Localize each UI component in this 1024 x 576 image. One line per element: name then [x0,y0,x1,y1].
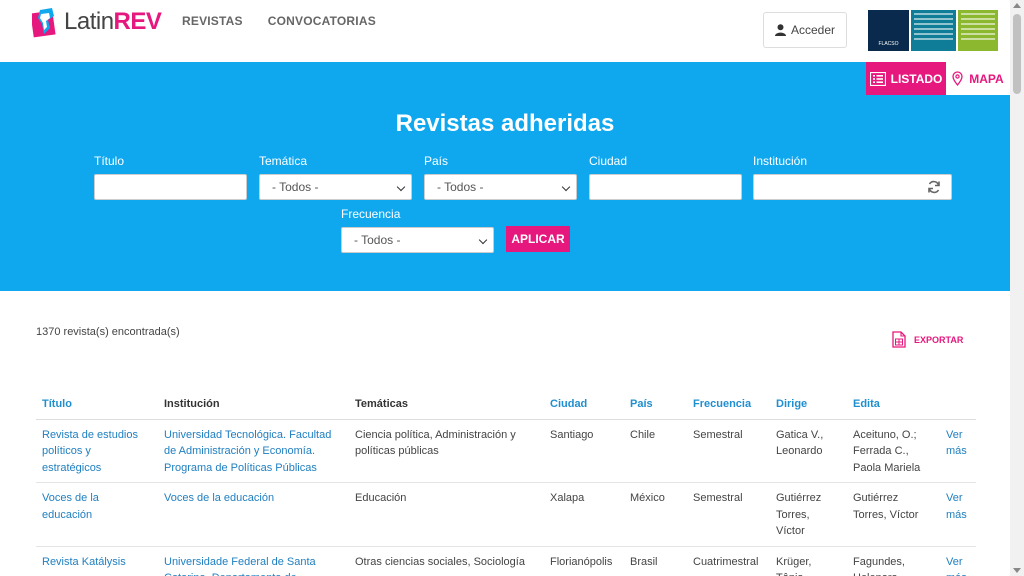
pais-filter: País - Todos - [424,154,577,200]
header-edita[interactable]: Edita [847,393,940,420]
ciudad-filter: Ciudad [589,154,742,200]
list-icon [869,71,886,86]
scroll-thumb[interactable] [1013,14,1021,94]
nav-revistas[interactable]: REVISTAS [182,14,243,28]
institucion-input[interactable] [753,174,952,200]
journals-table: Título Institución Temáticas Ciudad País… [36,393,976,576]
pais-label: País [424,154,449,168]
flacso-logo-block: FLACSO [868,10,909,51]
cell-frecuencia: Cuatrimestral [687,546,770,576]
export-button[interactable]: EXPORTAR [892,331,963,348]
list-view-button[interactable]: LISTADO [866,62,946,95]
chevron-down-icon [561,182,571,192]
cell-titulo[interactable]: Revista de estudios políticos y estratég… [36,419,158,483]
chevron-down-icon [396,182,406,192]
top-header: LatinREV REVISTAS CONVOCATORIAS Acceder … [0,0,1010,62]
cell-dirige: Gutiérrez Torres, Víctor [770,482,847,547]
apply-button[interactable]: APLICAR [506,226,570,252]
ciudad-label: Ciudad [589,154,628,168]
cell-ciudad: Santiago [544,419,624,483]
results-count: 1370 revista(s) encontrada(s) [36,326,180,338]
header-dirige[interactable]: Dirige [770,393,847,420]
page-title: Revistas adheridas [395,110,615,137]
main-nav: REVISTAS CONVOCATORIAS [182,14,376,28]
titulo-label: Título [94,154,125,168]
cell-dirige: Gatica V., Leonardo [770,419,847,483]
cell-tematicas: Otras ciencias sociales, Sociología [349,546,544,576]
flacso-logo[interactable]: FLACSO [868,10,998,51]
latinrev-logo[interactable]: LatinREV [30,6,162,38]
header-institucion: Institución [158,393,349,420]
tematica-filter: Temática - Todos - [259,154,412,200]
pais-select[interactable]: - Todos - [424,174,577,200]
logo-text: LatinREV [64,8,162,35]
latinrev-logo-icon [30,6,60,38]
header-tematicas: Temáticas [349,393,544,420]
header-ciudad[interactable]: Ciudad [544,393,624,420]
spreadsheet-icon [892,331,906,348]
cell-edita: Aceituno, O.; Ferrada C., Paola Mariela [847,419,940,483]
titulo-input[interactable] [94,174,247,200]
ver-mas-link[interactable]: Ver más [940,482,976,547]
frecuencia-label: Frecuencia [341,207,401,221]
table-row: Revista Katálysis Universidade Federal d… [36,546,976,576]
table-row: Voces de la educación Voces de la educac… [36,482,976,547]
institucion-label: Institución [753,154,808,168]
refresh-icon[interactable] [927,180,941,194]
cell-titulo[interactable]: Revista Katálysis [36,546,158,576]
nav-convocatorias[interactable]: CONVOCATORIAS [268,14,376,28]
frecuencia-select[interactable]: - Todos - [341,227,494,253]
cell-tematicas: Ciencia política, Administración y polít… [349,419,544,483]
cell-institucion[interactable]: Universidade Federal de Santa Catarina. … [158,546,349,576]
view-toggle: LISTADO MAPA [866,62,1010,95]
cell-institucion[interactable]: Voces de la educación [158,482,349,547]
cell-frecuencia: Semestral [687,419,770,483]
cell-ciudad: Florianópolis [544,546,624,576]
flacso-logo-text-block-green [958,10,998,51]
table-row: Revista de estudios políticos y estratég… [36,419,976,483]
cell-pais: México [624,482,687,547]
table-header-row: Título Institución Temáticas Ciudad País… [36,393,976,420]
ver-mas-link[interactable]: Ver más [940,419,976,483]
cell-tematicas: Educación [349,482,544,547]
cell-edita: Gutiérrez Torres, Víctor [847,482,940,547]
scroll-down-arrow-icon[interactable] [1013,568,1021,573]
login-button[interactable]: Acceder [763,12,847,48]
titulo-filter: Título [94,154,247,200]
map-pin-icon [952,71,963,86]
cell-institucion[interactable]: Universidad Tecnológica. Facultad de Adm… [158,419,349,483]
header-pais[interactable]: País [624,393,687,420]
tematica-select[interactable]: - Todos - [259,174,412,200]
ciudad-input[interactable] [589,174,742,200]
cell-ciudad: Xalapa [544,482,624,547]
frecuencia-filter: Frecuencia - Todos - [341,207,494,253]
header-titulo[interactable]: Título [36,393,158,420]
map-view-button[interactable]: MAPA [946,62,1010,95]
cell-pais: Chile [624,419,687,483]
cell-frecuencia: Semestral [687,482,770,547]
page-scrollbar[interactable] [1010,0,1024,576]
header-actions [940,393,976,420]
user-icon [774,24,786,36]
scroll-up-arrow-icon[interactable] [1013,3,1021,8]
cell-titulo[interactable]: Voces de la educación [36,482,158,547]
cell-dirige: Krüger, Tânia [770,546,847,576]
institucion-filter: Institución [753,154,952,200]
tematica-label: Temática [259,154,308,168]
ver-mas-link[interactable]: Ver más [940,546,976,576]
flacso-logo-text-block [911,10,956,51]
header-frecuencia[interactable]: Frecuencia [687,393,770,420]
filters-hero: LISTADO MAPA Revistas adheridas Título T… [0,62,1010,291]
cell-edita: Fagundes, Helenara [847,546,940,576]
chevron-down-icon [478,235,488,245]
cell-pais: Brasil [624,546,687,576]
